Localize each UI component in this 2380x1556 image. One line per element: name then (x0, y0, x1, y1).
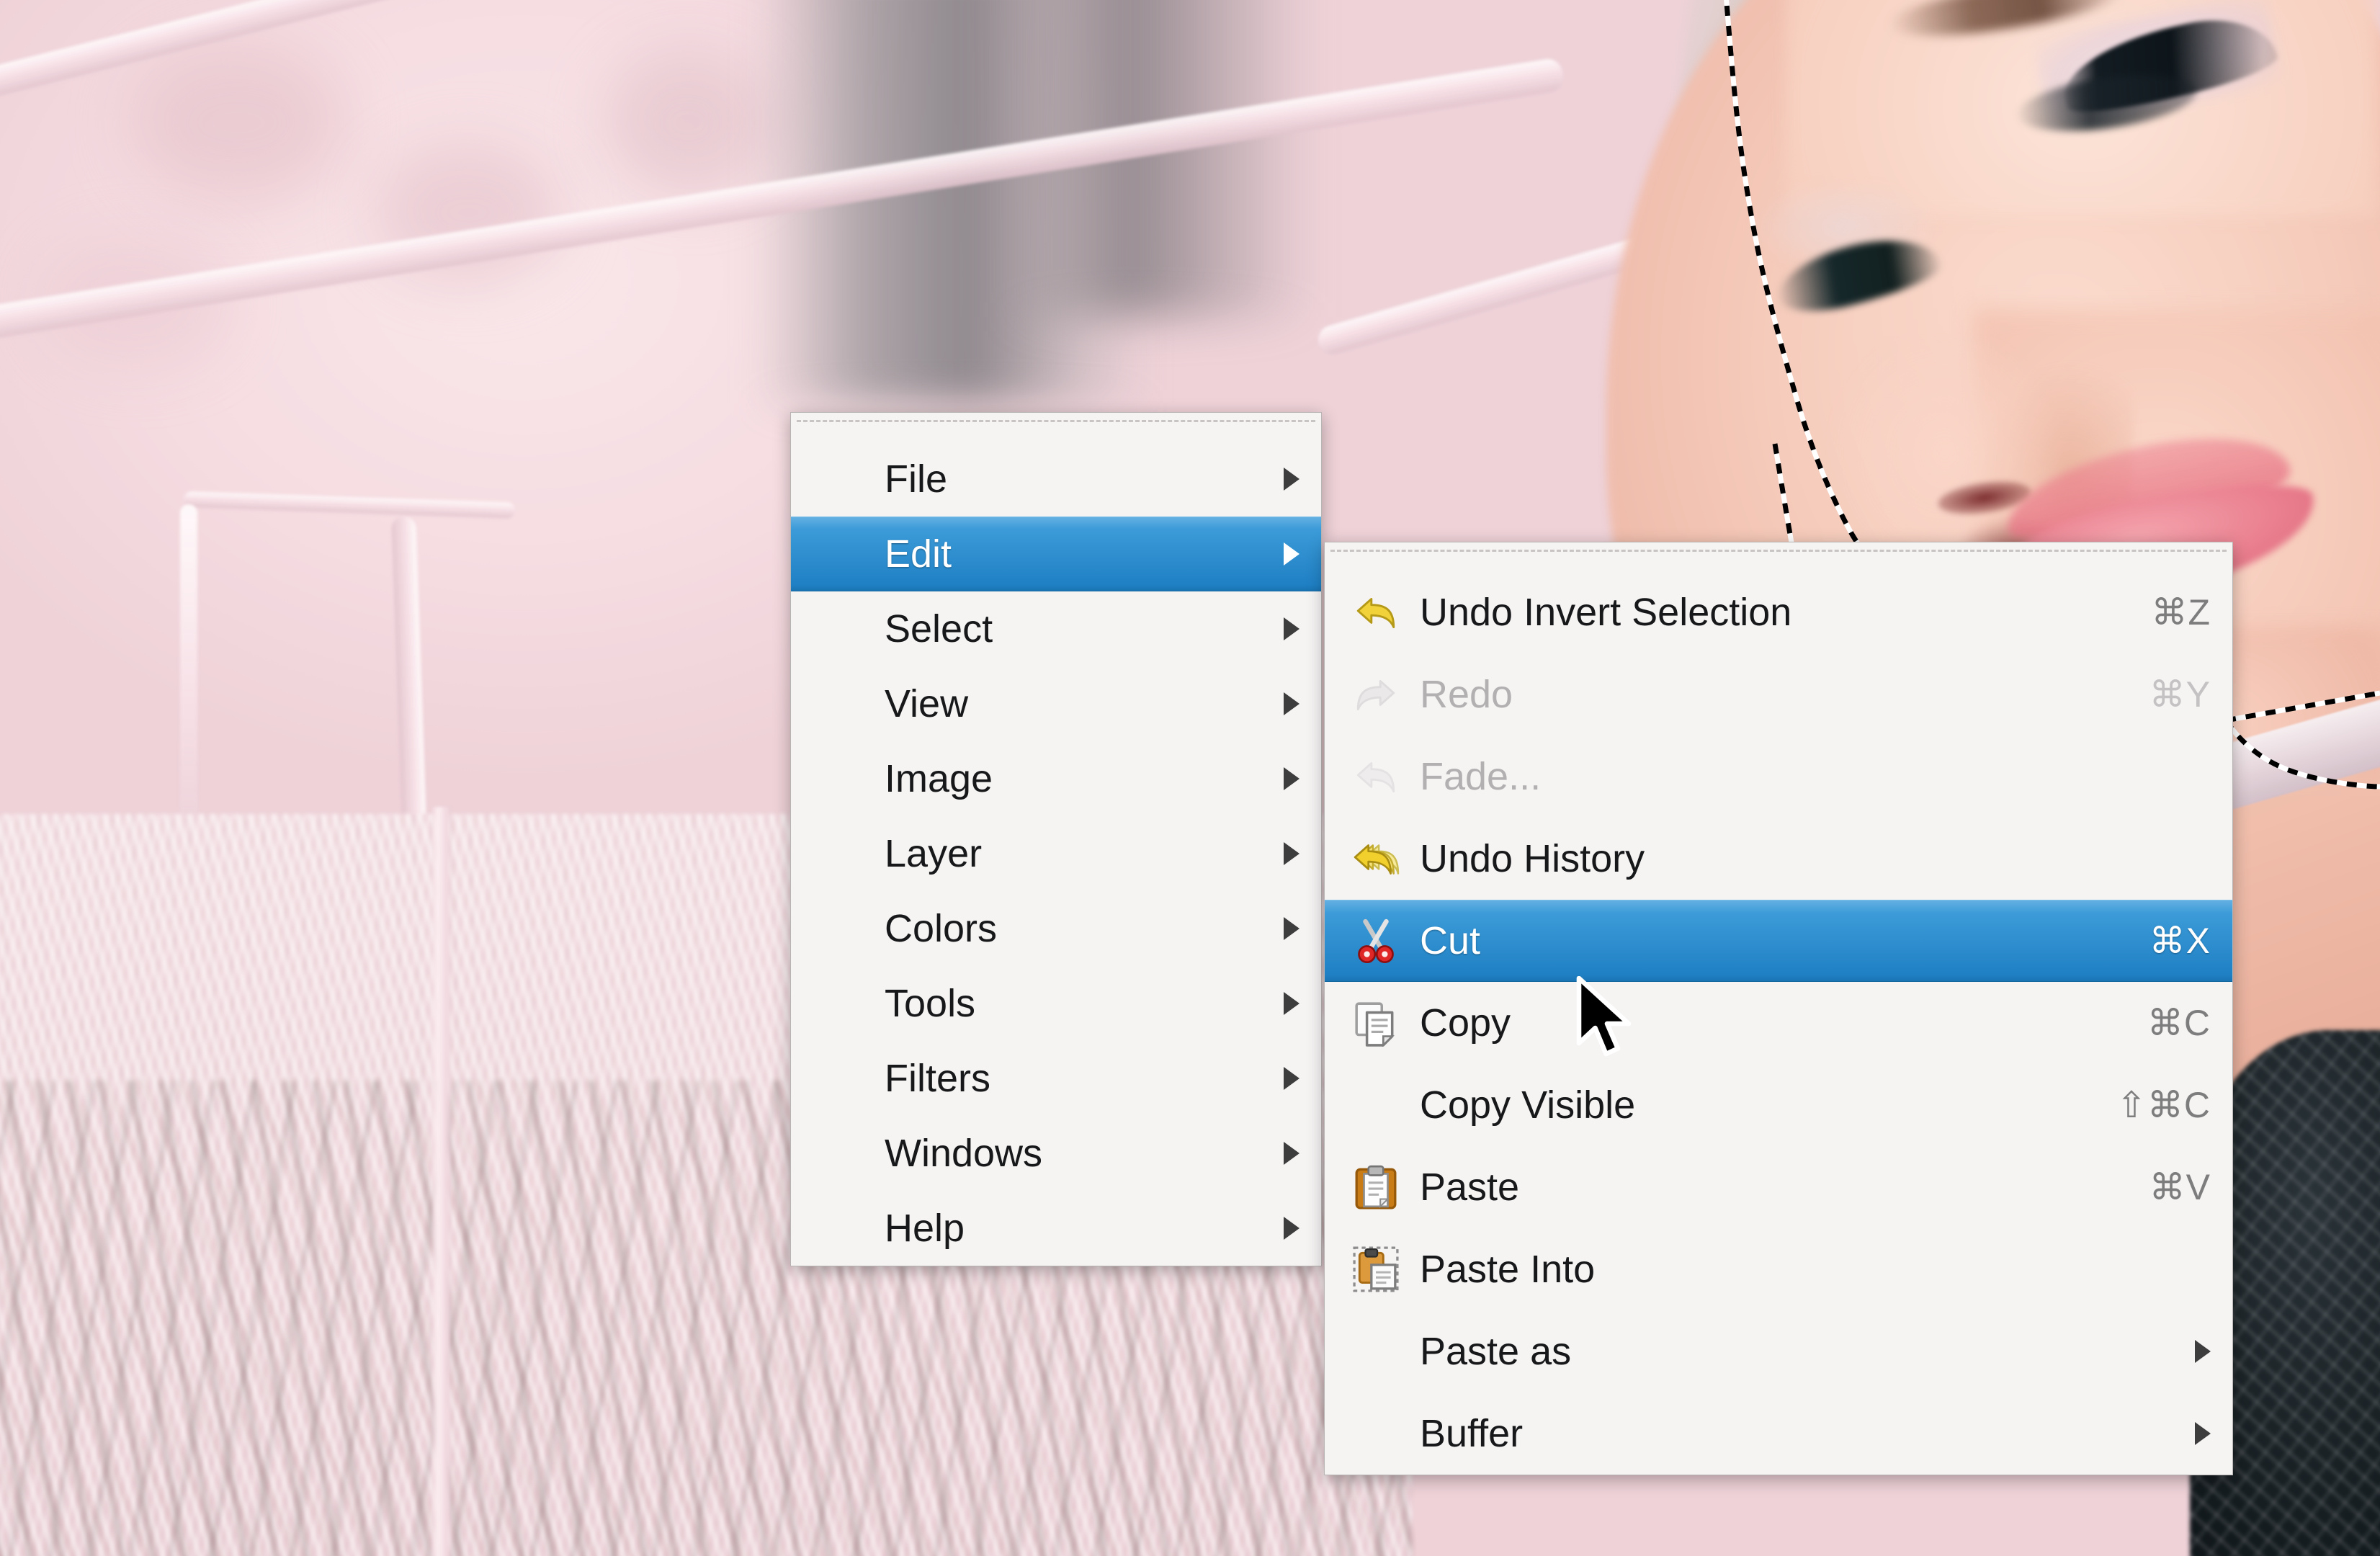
menu-item-icon-slot (1346, 1404, 1405, 1463)
menu-item-label: Select (885, 607, 993, 650)
menu-item-label: Image (885, 757, 993, 800)
clipboard-paste-icon (1355, 1165, 1397, 1210)
main-context-menu[interactable]: File Edit Select View Image Layer Colors Tools F… (790, 412, 1322, 1266)
menu-item-label: Undo History (1420, 837, 1645, 880)
menu-item-label: Paste Into (1420, 1248, 1596, 1291)
submenu-arrow-icon (1284, 542, 1299, 565)
menu-item-help[interactable]: Help (791, 1191, 1321, 1266)
menu-item-label: Copy (1420, 1001, 1511, 1045)
menu-item-copy[interactable]: Copy ⌘C (1325, 982, 2232, 1064)
menu-item-windows[interactable]: Windows (791, 1116, 1321, 1191)
submenu-arrow-icon (1284, 917, 1299, 940)
menu-item-fade-: Fade... (1325, 735, 2232, 818)
keyboard-shortcut: ⌘C (2147, 1003, 2211, 1043)
menu-item-icon-slot (1346, 1158, 1405, 1217)
menu-item-buffer[interactable]: Buffer (1325, 1392, 2232, 1475)
menu-item-edit[interactable]: Edit (791, 517, 1321, 591)
menu-item-icon-slot (1346, 829, 1405, 888)
copy-documents-icon (1355, 1002, 1395, 1047)
menu-item-icon-slot (1346, 1322, 1405, 1381)
menu-item-label: Layer (885, 832, 983, 875)
submenu-arrow-icon (1284, 842, 1299, 865)
menu-item-label: Redo (1420, 673, 1513, 716)
menu-item-label: Undo Invert Selection (1420, 591, 1792, 634)
menu-item-cut[interactable]: Cut ⌘X (1325, 900, 2232, 982)
menu-item-label: File (885, 457, 948, 501)
menu-item-label: Tools (885, 982, 976, 1025)
submenu-arrow-icon (1284, 692, 1299, 715)
menu-item-icon-slot (1346, 583, 1405, 642)
submenu-arrow-icon (2195, 1340, 2211, 1363)
menu-item-image[interactable]: Image (791, 741, 1321, 816)
fade-arrow-icon (1356, 761, 1395, 793)
menu-item-undo-history[interactable]: Undo History (1325, 818, 2232, 900)
menu-item-label: Colors (885, 907, 998, 950)
submenu-arrow-icon (2195, 1422, 2211, 1445)
submenu-arrow-icon (1284, 468, 1299, 491)
menu-item-paste-as[interactable]: Paste as (1325, 1310, 2232, 1392)
menu-item-icon-slot (1346, 1240, 1405, 1299)
menu-item-icon-slot (1346, 993, 1405, 1052)
submenu-arrow-icon (1284, 1217, 1299, 1240)
menu-item-label: Edit (885, 532, 952, 576)
undo-history-icon (1354, 844, 1400, 875)
keyboard-shortcut: ⇧⌘C (2116, 1085, 2211, 1125)
menu-item-label: Help (885, 1207, 965, 1250)
menu-item-layer[interactable]: Layer (791, 816, 1321, 891)
menu-item-file[interactable]: File (791, 442, 1321, 517)
submenu-arrow-icon (1284, 617, 1299, 640)
edit-menu-list: Undo Invert Selection ⌘Z Redo ⌘Y Fade... Undo… (1325, 571, 2232, 1475)
main-menu-list: File Edit Select View Image Layer Colors Tools F… (791, 442, 1321, 1266)
menu-item-paste[interactable]: Paste ⌘V (1325, 1146, 2232, 1228)
menu-item-label: Filters (885, 1057, 990, 1100)
railing-post (432, 807, 451, 1556)
submenu-arrow-icon (1284, 992, 1299, 1015)
tear-off-handle[interactable] (1330, 550, 2227, 568)
menu-item-label: Cut (1420, 919, 1481, 962)
menu-item-label: Windows (885, 1132, 1043, 1175)
tear-off-handle[interactable] (797, 420, 1315, 439)
background-blur-blob (130, 43, 346, 202)
undo-arrow-icon (1356, 597, 1395, 629)
keyboard-shortcut: ⌘Y (2149, 674, 2211, 715)
menu-item-colors[interactable]: Colors (791, 891, 1321, 966)
submenu-arrow-icon (1284, 1067, 1299, 1090)
menu-item-label: View (885, 682, 969, 725)
menu-item-redo: Redo ⌘Y (1325, 653, 2232, 735)
menu-item-icon-slot (1346, 911, 1405, 970)
menu-item-view[interactable]: View (791, 666, 1321, 741)
menu-item-undo-invert-selection[interactable]: Undo Invert Selection ⌘Z (1325, 571, 2232, 653)
submenu-arrow-icon (1284, 767, 1299, 790)
keyboard-shortcut: ⌘Z (2151, 592, 2211, 632)
menu-item-copy-visible[interactable]: Copy Visible ⇧⌘C (1325, 1064, 2232, 1146)
redo-arrow-icon (1356, 679, 1395, 711)
menu-item-label: Paste as (1420, 1330, 1572, 1373)
menu-item-icon-slot (1346, 665, 1405, 724)
menu-item-filters[interactable]: Filters (791, 1041, 1321, 1116)
keyboard-shortcut: ⌘V (2149, 1167, 2211, 1207)
clipboard-paste-into-icon (1353, 1246, 1399, 1292)
scissors-icon (1358, 918, 1394, 964)
menu-item-select[interactable]: Select (791, 591, 1321, 666)
menu-item-label: Paste (1420, 1166, 1520, 1209)
background-blur-blob (605, 50, 771, 194)
menu-item-icon-slot (1346, 1076, 1405, 1135)
menu-item-label: Fade... (1420, 755, 1542, 798)
keyboard-shortcut: ⌘X (2149, 921, 2211, 961)
menu-item-paste-into[interactable]: Paste Into (1325, 1228, 2232, 1310)
menu-item-label: Copy Visible (1420, 1083, 1636, 1127)
submenu-arrow-icon (1284, 1142, 1299, 1165)
menu-item-label: Buffer (1420, 1412, 1524, 1455)
edit-submenu[interactable]: Undo Invert Selection ⌘Z Redo ⌘Y Fade... Undo… (1324, 542, 2233, 1475)
menu-item-icon-slot (1346, 747, 1405, 806)
menu-item-tools[interactable]: Tools (791, 966, 1321, 1041)
